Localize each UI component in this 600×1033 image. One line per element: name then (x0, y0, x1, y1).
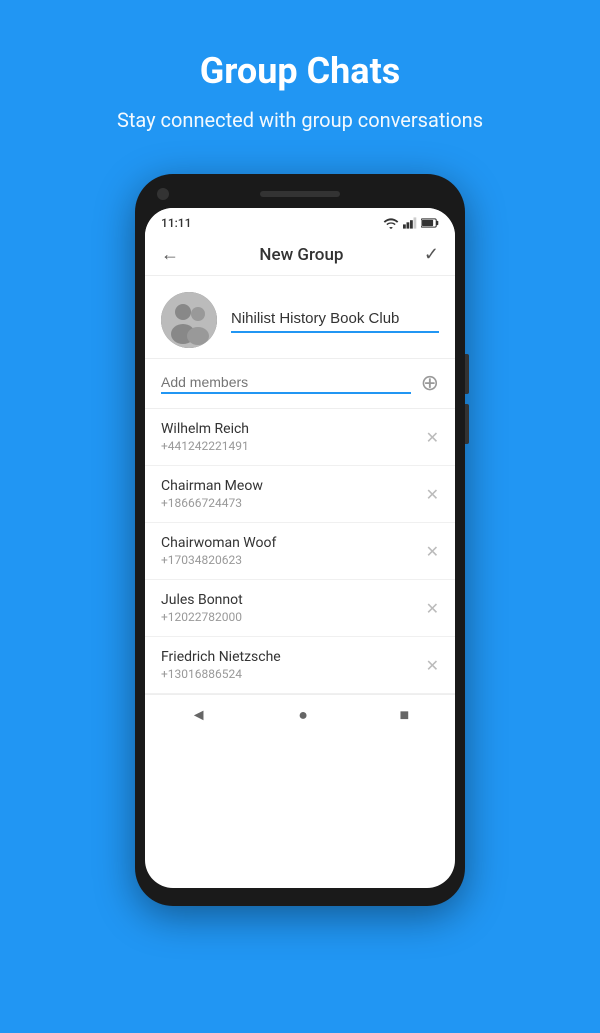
add-member-icon[interactable]: ⊕ (421, 371, 439, 396)
member-item: Chairwoman Woof +17034820623 ✕ (145, 523, 455, 580)
member-phone: +18666724473 (161, 496, 263, 510)
page-title: Group Chats (60, 50, 540, 92)
remove-member-button[interactable]: ✕ (426, 599, 439, 618)
remove-member-button[interactable]: ✕ (426, 656, 439, 675)
member-name: Jules Bonnot (161, 592, 243, 608)
front-camera (157, 188, 169, 200)
add-members-input[interactable] (161, 374, 411, 394)
header-section: Group Chats Stay connected with group co… (0, 0, 600, 164)
member-name: Friedrich Nietzsche (161, 649, 281, 665)
group-name-input[interactable] (231, 310, 439, 327)
member-name: Chairwoman Woof (161, 535, 276, 551)
back-button[interactable]: ← (161, 244, 179, 265)
status-bar: 11:11 (145, 208, 455, 234)
volume-button (465, 404, 469, 444)
member-info: Wilhelm Reich +441242221491 (161, 421, 249, 453)
member-list: Wilhelm Reich +441242221491 ✕ Chairman M… (145, 409, 455, 694)
member-item: Jules Bonnot +12022782000 ✕ (145, 580, 455, 637)
member-info: Friedrich Nietzsche +13016886524 (161, 649, 281, 681)
group-name-wrapper (231, 308, 439, 333)
member-info: Chairman Meow +18666724473 (161, 478, 263, 510)
member-phone: +13016886524 (161, 667, 281, 681)
member-info: Chairwoman Woof +17034820623 (161, 535, 276, 567)
group-info-row (145, 276, 455, 359)
phone-frame: 11:11 (135, 174, 465, 906)
status-time: 11:11 (161, 216, 191, 230)
remove-member-button[interactable]: ✕ (426, 428, 439, 447)
member-name: Wilhelm Reich (161, 421, 249, 437)
member-item: Chairman Meow +18666724473 ✕ (145, 466, 455, 523)
nav-bar: ◄ ● ■ (145, 694, 455, 735)
group-avatar-image (161, 292, 217, 348)
app-bar-title: New Group (259, 245, 343, 265)
phone-notch (145, 188, 455, 208)
member-name: Chairman Meow (161, 478, 263, 494)
confirm-button[interactable]: ✓ (424, 244, 439, 265)
member-phone: +441242221491 (161, 439, 249, 453)
signal-icon (403, 217, 417, 229)
page-subtitle: Stay connected with group conversations (60, 106, 540, 134)
add-members-row[interactable]: ⊕ (145, 359, 455, 409)
member-phone: +12022782000 (161, 610, 243, 624)
member-item: Friedrich Nietzsche +13016886524 ✕ (145, 637, 455, 694)
back-nav-icon[interactable]: ◄ (191, 705, 207, 725)
home-nav-icon[interactable]: ● (298, 705, 308, 725)
member-item: Wilhelm Reich +441242221491 ✕ (145, 409, 455, 466)
member-phone: +17034820623 (161, 553, 276, 567)
app-bar: ← New Group ✓ (145, 234, 455, 276)
phone-speaker (260, 191, 340, 197)
phone-screen: 11:11 (145, 208, 455, 888)
remove-member-button[interactable]: ✕ (426, 485, 439, 504)
power-button (465, 354, 469, 394)
status-icons (383, 217, 439, 229)
battery-icon (421, 217, 439, 229)
avatar-placeholder (161, 292, 217, 348)
wifi-icon (383, 217, 399, 229)
remove-member-button[interactable]: ✕ (426, 542, 439, 561)
group-avatar[interactable] (161, 292, 217, 348)
recents-nav-icon[interactable]: ■ (400, 705, 410, 725)
member-info: Jules Bonnot +12022782000 (161, 592, 243, 624)
phone-mockup: 11:11 (0, 174, 600, 906)
